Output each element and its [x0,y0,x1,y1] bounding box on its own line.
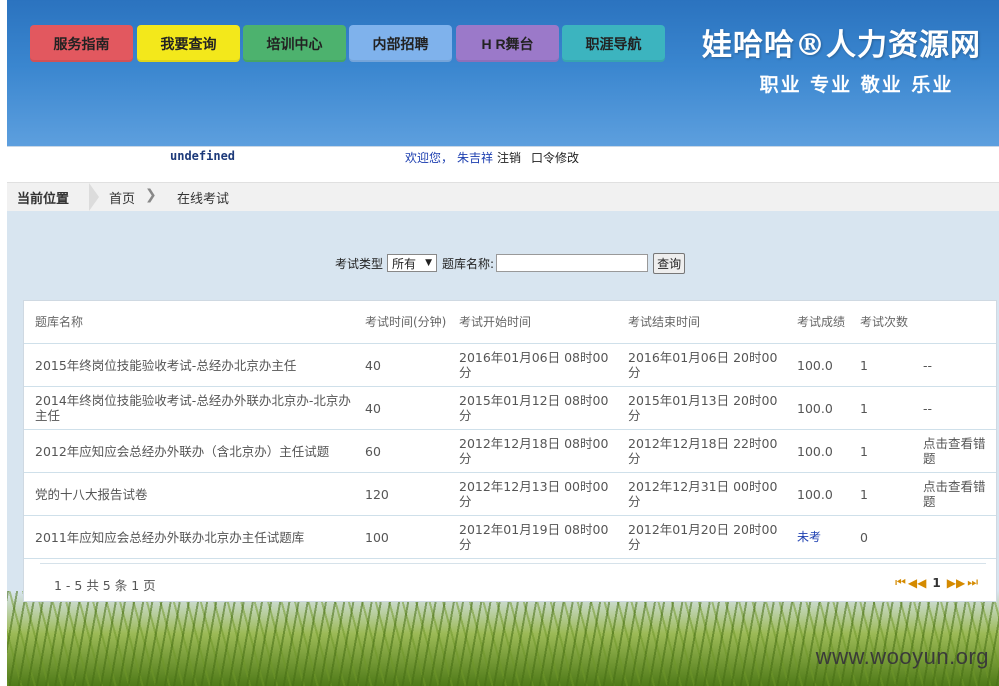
cell-start-time: 2012年12月13日 00时00分 [448,472,617,516]
cell-duration: 100 [354,515,448,559]
exam-type-label: 考试类型 [335,256,384,271]
cell-bank-name: 2014年终岗位技能验收考试-总经办外联办北京办-北京办主任 [24,386,354,430]
cell-score: 100.0 [786,343,849,387]
pagination-controls: ⏮ ◀◀ 1 ▶▶ ⏭ [895,575,978,590]
nav-internal-recruit[interactable]: 内部招聘 [349,25,452,62]
cell-bank-name: 党的十八大报告试卷 [24,472,354,516]
table-row: 2014年终岗位技能验收考试-总经办外联办北京办-北京办主任 40 2015年0… [24,386,996,430]
view-wrong-answers-link[interactable]: 点击查看错题 [912,472,996,516]
watermark: www.wooyun.org [815,644,989,669]
question-bank-label: 题库名称: [442,256,495,271]
col-header-start-time: 考试开始时间 [448,301,617,344]
breadcrumb-label: 当前位置 [17,192,70,207]
exam-list-panel: 题库名称 考试时间(分钟) 考试开始时间 考试结束时间 考试成绩 考试次数 20… [23,300,997,602]
table-header-row: 题库名称 考试时间(分钟) 考试开始时间 考试结束时间 考试成绩 考试次数 [24,301,996,344]
welcome-line: 欢迎您， 朱吉祥 注销 口令修改 [405,149,579,166]
cell-score: 100.0 [786,386,849,430]
welcome-text: 欢迎您， [405,151,454,165]
brand-title: 娃哈哈®人力资源网 [702,28,981,63]
cell-start-time: 2016年01月06日 08时00分 [448,343,617,387]
breadcrumb-current: 在线考试 [177,192,230,207]
brand-logo: 娃哈哈®人力资源网 职业 专业 敬业 乐业 [689,20,994,97]
col-header-end-time: 考试结束时间 [617,301,786,344]
chevron-down-icon: ▼ [425,258,433,268]
query-button[interactable]: 查询 [653,252,686,274]
col-header-bank-name: 题库名称 [24,301,354,344]
logout-link[interactable]: 注销 [497,151,521,165]
breadcrumb: 当前位置 首页 ❯ 在线考试 [7,182,999,212]
cell-end-time: 2016年01月06日 20时00分 [617,343,786,387]
cell-end-time: 2012年12月18日 22时00分 [617,429,786,473]
cell-action: -- [912,343,996,387]
col-header-score: 考试成绩 [786,301,849,344]
cell-start-time: 2012年01月19日 08时00分 [448,515,617,559]
cell-bank-name: 2015年终岗位技能验收考试-总经办北京办主任 [24,343,354,387]
cell-duration: 40 [354,386,448,430]
cell-attempts: 1 [849,472,912,516]
cell-start-time: 2015年01月12日 08时00分 [448,386,617,430]
exam-type-select[interactable]: 所有 ▼ [387,254,438,272]
cell-score: 100.0 [786,429,849,473]
cell-attempts: 1 [849,343,912,387]
username: 朱吉祥 [457,151,494,165]
table-row: 党的十八大报告试卷 120 2012年12月13日 00时00分 2012年12… [24,472,996,516]
question-bank-input[interactable] [496,254,649,272]
cell-end-time: 2012年01月20日 20时00分 [617,515,786,559]
chevron-right-icon: ❯ [145,187,157,203]
view-wrong-answers-link[interactable]: 点击查看错题 [912,429,996,473]
cell-bank-name: 2012年应知应会总经办外联办（含北京办）主任试题 [24,429,354,473]
nav-hr-stage[interactable]: H R舞台 [456,25,559,62]
nav-career-guide[interactable]: 职涯导航 [562,25,665,62]
col-header-action [912,301,996,344]
cell-attempts: 1 [849,429,912,473]
cell-duration: 60 [354,429,448,473]
cell-score: 100.0 [786,472,849,516]
pagination: 1 - 5 共 5 条 1 页 ⏮ ◀◀ 1 ▶▶ ⏭ [40,563,986,598]
exam-table: 题库名称 考试时间(分钟) 考试开始时间 考试结束时间 考试成绩 考试次数 20… [24,301,996,559]
cell-end-time: 2012年12月31日 00时00分 [617,472,786,516]
not-taken-link[interactable]: 未考 [786,515,849,559]
not-taken-text[interactable]: 未考 [797,530,821,544]
cell-attempts: 1 [849,386,912,430]
last-page-icon[interactable]: ⏭ [967,575,978,590]
nav-service-guide[interactable]: 服务指南 [30,25,133,62]
main-content: www.wooyun.org 考试类型 所有 ▼ 题库名称: 查询 题库名称 考… [7,211,999,686]
col-header-attempts: 考试次数 [849,301,912,344]
nav-training-center[interactable]: 培训中心 [243,25,346,62]
user-bar: undefined 欢迎您， 朱吉祥 注销 口令修改 [7,146,999,183]
table-row: 2015年终岗位技能验收考试-总经办北京办主任 40 2016年01月06日 0… [24,343,996,387]
undefined-text: undefined [170,149,236,163]
prev-page-icon[interactable]: ◀◀ [908,576,926,590]
table-row: 2011年应知应会总经办外联办北京办主任试题库 100 2012年01月19日 … [24,515,996,559]
pagination-info: 1 - 5 共 5 条 1 页 [54,578,156,593]
breadcrumb-separator [89,183,99,211]
brand-subtitle: 职业 专业 敬业 乐业 [759,74,954,96]
table-row: 2012年应知应会总经办外联办（含北京办）主任试题 60 2012年12月18日… [24,429,996,473]
cell-start-time: 2012年12月18日 08时00分 [448,429,617,473]
col-header-duration: 考试时间(分钟) [354,301,448,344]
next-page-icon[interactable]: ▶▶ [947,576,965,590]
nav-query[interactable]: 我要查询 [137,25,240,62]
cell-duration: 40 [354,343,448,387]
site-header: 服务指南 我要查询 培训中心 内部招聘 H R舞台 职涯导航 娃哈哈®人力资源网… [7,0,999,146]
cell-attempts: 0 [849,515,912,559]
first-page-icon[interactable]: ⏮ [895,575,906,590]
cell-duration: 120 [354,472,448,516]
change-password-link[interactable]: 口令修改 [531,151,579,165]
cell-end-time: 2015年01月13日 20时00分 [617,386,786,430]
cell-bank-name: 2011年应知应会总经办外联办北京办主任试题库 [24,515,354,559]
cell-action: -- [912,386,996,430]
exam-filter: 考试类型 所有 ▼ 题库名称: 查询 [335,252,686,274]
grass-background [7,591,999,686]
cell-action [912,515,996,559]
breadcrumb-home[interactable]: 首页 [109,188,135,207]
exam-type-value: 所有 [392,256,417,271]
current-page[interactable]: 1 [932,576,940,590]
